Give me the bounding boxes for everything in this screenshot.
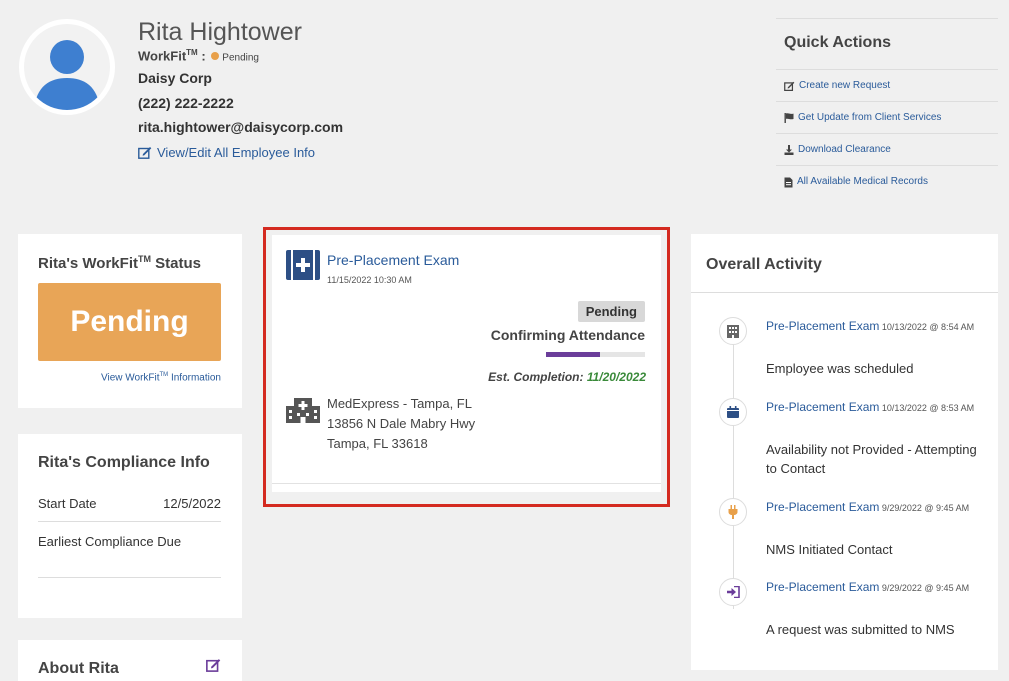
workfit-status: Pending [222, 52, 259, 64]
quick-actions-title: Quick Actions [776, 18, 998, 70]
medical-records-label: All Available Medical Records [797, 176, 928, 187]
view-edit-employee-link[interactable]: View/Edit All Employee Info [138, 145, 315, 160]
activity-divider [691, 292, 998, 293]
user-icon [34, 40, 100, 110]
activity-item-meta: 9/29/2022 @ 9:45 AM [879, 503, 970, 513]
hospital-icon [286, 392, 320, 428]
sign-in-icon [719, 578, 747, 606]
phone-number: (222) 222-2222 [138, 95, 234, 111]
status-title-prefix: Rita's [38, 255, 83, 272]
activity-item-link[interactable]: Pre-Placement Exam [766, 580, 879, 594]
est-completion-date: 11/20/2022 [586, 370, 646, 384]
status-title-suffix: Status [150, 255, 201, 272]
compliance-card: Rita's Compliance Info Start Date 12/5/2… [18, 434, 242, 618]
exam-datetime: 11/15/2022 10:30 AM [327, 275, 412, 285]
activity-item-header: Pre-Placement Exam 9/29/2022 @ 9:45 AM [766, 498, 981, 518]
download-icon [784, 145, 794, 155]
exam-card-footer [272, 483, 661, 492]
exam-card[interactable]: Pre-Placement Exam 11/15/2022 10:30 AM P… [272, 235, 661, 483]
exam-progress-bar [546, 352, 645, 357]
activity-item-desc: Employee was scheduled [766, 361, 914, 376]
activity-item-link[interactable]: Pre-Placement Exam [766, 319, 879, 333]
company-name: Daisy Corp [138, 70, 212, 86]
workfit-link-tm: TM [159, 372, 169, 378]
download-clearance-label: Download Clearance [798, 144, 891, 155]
status-title-tm: TM [137, 254, 151, 264]
workfit-sep: : [197, 48, 206, 64]
edit-icon [138, 147, 152, 159]
create-request-link[interactable]: Create new Request [776, 70, 998, 102]
plug-icon [719, 498, 747, 526]
est-completion-label: Est. Completion: [488, 370, 587, 384]
earliest-compliance-label: Earliest Compliance Due [38, 534, 182, 549]
about-card: About Rita [18, 640, 242, 681]
calendar-icon [719, 398, 747, 426]
start-date-value: 12/5/2022 [163, 496, 221, 511]
location-city: Tampa, FL 33618 [327, 436, 428, 451]
edit-about-icon[interactable] [206, 658, 221, 677]
activity-item-link[interactable]: Pre-Placement Exam [766, 400, 879, 414]
activity-title: Overall Activity [706, 256, 822, 273]
exam-progress-fill [546, 352, 601, 357]
activity-card: Overall Activity Pre-Placement Exam 10/1… [691, 234, 998, 670]
workfit-status-card: Rita's WorkFitTM Status Pending View Wor… [18, 234, 242, 408]
edit-icon [784, 81, 795, 91]
activity-item-desc: A request was submitted to NMS [766, 622, 955, 637]
activity-item-desc: NMS Initiated Contact [766, 542, 893, 557]
workfit-tm: TM [186, 48, 198, 57]
workfit-label: WorkFit [138, 48, 187, 64]
est-completion: Est. Completion: 11/20/2022 [488, 370, 646, 384]
location-street: 13856 N Dale Mabry Hwy [327, 416, 476, 431]
activity-item-link[interactable]: Pre-Placement Exam [766, 500, 879, 514]
employee-name: Rita Hightower [138, 18, 302, 46]
activity-item-header: Pre-Placement Exam 10/13/2022 @ 8:53 AM [766, 398, 981, 418]
activity-item-desc: Availability not Provided - Attempting t… [766, 442, 977, 476]
activity-item-header: Pre-Placement Exam 10/13/2022 @ 8:54 AM [766, 317, 981, 337]
view-edit-label: View/Edit All Employee Info [157, 145, 316, 160]
create-request-label: Create new Request [799, 80, 891, 91]
medical-kit-icon [286, 250, 320, 285]
timeline-line [733, 329, 734, 609]
workfit-status-line: WorkFitTM : Pending [138, 48, 259, 63]
activity-item-meta: 10/13/2022 @ 8:53 AM [879, 403, 975, 413]
activity-item-header: Pre-Placement Exam 9/29/2022 @ 9:45 AM [766, 578, 981, 598]
email-address: rita.hightower@daisycorp.com [138, 119, 344, 135]
get-update-label: Get Update from Client Services [798, 112, 942, 123]
exam-location: MedExpress - Tampa, FL 13856 N Dale Mabr… [327, 394, 475, 454]
medical-records-link[interactable]: All Available Medical Records [776, 166, 998, 198]
building-icon [719, 317, 747, 345]
location-name: MedExpress - Tampa, FL [327, 396, 472, 411]
compliance-title: Rita's Compliance Info [38, 454, 210, 471]
download-clearance-link[interactable]: Download Clearance [776, 134, 998, 166]
view-workfit-info-link[interactable]: View WorkFitTM Information [101, 372, 221, 383]
workfit-link-suffix: Information [168, 372, 221, 384]
about-title: About Rita [38, 660, 119, 677]
status-title-brand: WorkFit [82, 255, 138, 272]
activity-item-meta: 9/29/2022 @ 9:45 AM [879, 583, 970, 593]
exam-title-link[interactable]: Pre-Placement Exam [327, 252, 459, 268]
start-date-label: Start Date [38, 496, 97, 511]
exam-status-badge: Pending [577, 301, 645, 322]
flag-icon [784, 113, 794, 123]
workfit-link-prefix: View WorkFit [100, 372, 160, 384]
avatar [19, 19, 115, 115]
status-card-title: Rita's WorkFitTM Status [38, 254, 201, 272]
activity-item-meta: 10/13/2022 @ 8:54 AM [879, 322, 975, 332]
earliest-compliance-row: Earliest Compliance Due [38, 522, 221, 578]
quick-actions-panel: Quick Actions Create new Request Get Upd… [776, 18, 998, 198]
exam-step: Confirming Attendance [490, 327, 645, 343]
get-update-link[interactable]: Get Update from Client Services [776, 102, 998, 134]
status-box: Pending [38, 283, 221, 361]
document-icon [784, 177, 793, 188]
start-date-row: Start Date 12/5/2022 [38, 486, 221, 522]
status-dot-icon [211, 52, 220, 61]
